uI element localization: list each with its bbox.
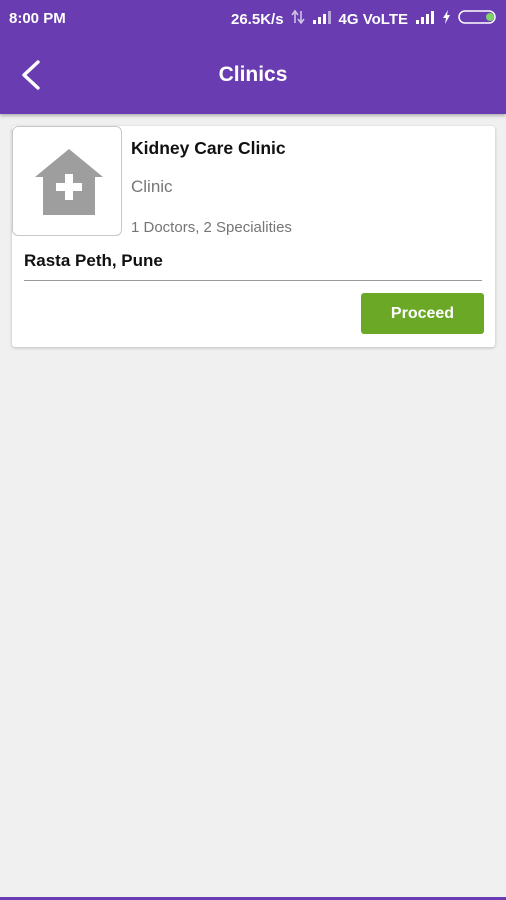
signal-icon [415, 10, 435, 28]
status-bar: 8:00 PM 26.5K/s 4G VoLTE [0, 0, 506, 36]
hospital-icon [35, 149, 103, 215]
network-type: 4G VoLTE [338, 10, 408, 28]
status-indicators: 26.5K/s 4G VoLTE [231, 9, 498, 29]
proceed-button[interactable]: Proceed [361, 293, 484, 334]
clinic-location: Rasta Peth, Pune [24, 251, 163, 270]
charging-icon [442, 10, 451, 28]
battery-icon [458, 10, 498, 28]
divider [24, 280, 482, 281]
clinic-image [12, 126, 122, 236]
clinic-type: Clinic [131, 177, 173, 196]
data-arrows-icon [290, 9, 305, 29]
app-bar: Clinics [0, 36, 506, 114]
clinic-card[interactable]: Kidney Care Clinic Clinic 1 Doctors, 2 S… [12, 126, 495, 347]
clinic-name: Kidney Care Clinic [131, 138, 286, 158]
network-speed: 26.5K/s [231, 10, 284, 28]
page-title: Clinics [218, 63, 288, 86]
clinic-stats: 1 Doctors, 2 Specialities [131, 219, 292, 236]
signal-icon [312, 10, 332, 28]
status-time: 8:00 PM [9, 10, 66, 27]
